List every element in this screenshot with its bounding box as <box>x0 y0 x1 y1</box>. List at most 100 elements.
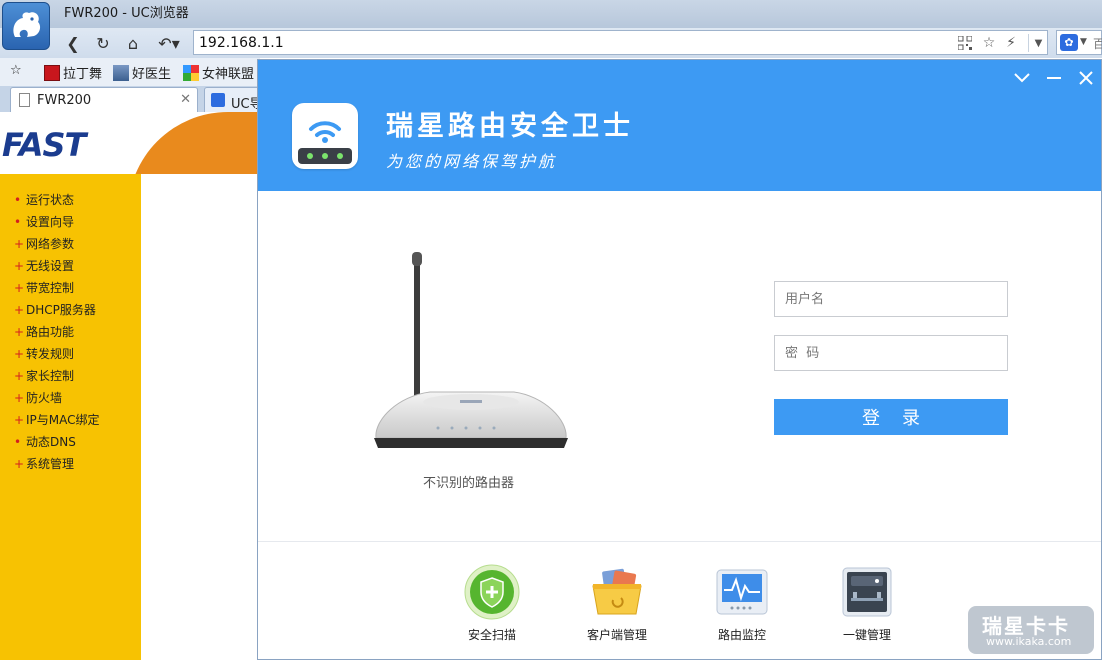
squirrel-icon <box>13 12 41 37</box>
basket-icon <box>589 564 645 620</box>
chevron-down-icon[interactable] <box>1012 68 1032 88</box>
menu-item-bandwidth[interactable]: + 带宽控制 <box>14 279 74 296</box>
undo-menu-icon[interactable]: ↶▾ <box>152 32 186 54</box>
browser-navbar: ❮ ↻ ⌂ ↶▾ 192.168.1.1 ☆ ⚡ ▼ ✿ ▼ 百 <box>0 28 1102 58</box>
bookmark-label: 拉丁舞 <box>63 67 103 82</box>
ikaka-watermark: 瑞星卡卡 www.ikaka.com <box>968 606 1094 654</box>
plus-icon: + <box>14 280 25 295</box>
menu-item-ip-mac[interactable]: + IP与MAC绑定 <box>14 411 100 428</box>
menu-label: 动态DNS <box>26 435 76 449</box>
home-icon[interactable]: ⌂ <box>122 32 144 54</box>
router-caption: 不识别的路由器 <box>423 476 515 491</box>
search-engine-selector[interactable]: ✿ ▼ 百 <box>1056 30 1102 55</box>
menu-label: IP与MAC绑定 <box>26 413 100 427</box>
tool-label: 客户端管理 <box>586 628 647 642</box>
tab-strip: FWR200 ✕ UC导 <box>0 86 264 112</box>
menu-item-parental[interactable]: + 家长控制 <box>14 367 74 384</box>
plus-icon: + <box>14 324 25 339</box>
bookmark-item[interactable]: 女神联盟 <box>183 63 254 82</box>
one-click-management-tool[interactable]: 一键管理 <box>822 564 912 643</box>
plus-icon: + <box>14 258 25 273</box>
bookmark-item[interactable]: 好医生 <box>113 63 171 82</box>
address-text[interactable]: 192.168.1.1 <box>199 35 284 51</box>
username-input[interactable] <box>775 282 1007 316</box>
favorite-star-icon[interactable]: ☆ <box>980 34 998 52</box>
header-decoration <box>128 112 260 174</box>
address-dropdown-icon[interactable]: ▼ <box>1028 34 1048 52</box>
menu-item-setup-wizard[interactable]: • 设置向导 <box>14 213 74 230</box>
menu-label: 转发规则 <box>26 347 75 361</box>
menu-label: 防火墙 <box>26 391 63 405</box>
menu-item-wireless[interactable]: + 无线设置 <box>14 257 74 274</box>
search-engine-label: 百 <box>1093 37 1102 51</box>
lightning-icon[interactable]: ⚡ <box>1002 34 1020 52</box>
menu-item-network[interactable]: + 网络参数 <box>14 235 74 252</box>
menu-item-dhcp[interactable]: + DHCP服务器 <box>14 301 96 318</box>
menu-item-forwarding[interactable]: + 转发规则 <box>14 345 74 362</box>
page-icon <box>19 93 30 107</box>
refresh-icon[interactable]: ↻ <box>92 32 114 54</box>
bullet-icon: • <box>14 214 22 229</box>
plus-icon: + <box>14 236 25 251</box>
menu-item-firewall[interactable]: + 防火墙 <box>14 389 62 406</box>
menu-item-run-status[interactable]: • 运行状态 <box>14 191 74 208</box>
menu-label: 带宽控制 <box>26 281 75 295</box>
bookmarks-bar: ☆ 拉丁舞 好医生 女神联盟 <box>0 58 260 86</box>
plus-icon: + <box>14 302 25 317</box>
menu-label: 设置向导 <box>26 215 75 229</box>
close-tab-icon[interactable]: ✕ <box>180 92 191 107</box>
plus-icon: + <box>14 412 25 427</box>
menu-item-system[interactable]: + 系统管理 <box>14 455 74 472</box>
menu-label: 网络参数 <box>26 237 75 251</box>
bookmark-label: 女神联盟 <box>202 67 255 82</box>
app-title: 瑞星路由安全卫士 <box>386 111 634 142</box>
app-router-wifi-icon <box>292 103 358 169</box>
latin-dance-icon <box>44 64 60 81</box>
password-input[interactable] <box>775 336 1007 370</box>
username-field[interactable] <box>774 281 1008 317</box>
menu-label: DHCP服务器 <box>26 303 96 317</box>
security-scan-tool[interactable]: 安全扫描 <box>447 564 537 643</box>
plus-icon: + <box>14 368 25 383</box>
bookmark-label: 好医生 <box>132 67 172 82</box>
router-monitor-tool[interactable]: 路由监控 <box>697 564 787 643</box>
shield-plus-icon <box>464 564 520 620</box>
uc-browser-logo[interactable] <box>2 2 50 50</box>
tool-label: 一键管理 <box>842 628 891 642</box>
menu-item-ddns[interactable]: • 动态DNS <box>14 433 76 450</box>
menu-label: 系统管理 <box>26 457 75 471</box>
bookmark-star-icon[interactable]: ☆ <box>10 63 22 78</box>
menu-item-routing[interactable]: + 路由功能 <box>14 323 74 340</box>
app-subtitle: 为您的网络保驾护航 <box>386 152 558 171</box>
menu-label: 家长控制 <box>26 369 75 383</box>
address-bar[interactable]: 192.168.1.1 ☆ ⚡ ▼ <box>193 30 1048 55</box>
window-title: FWR200 - UC浏览器 <box>64 6 189 21</box>
fast-logo: FAST <box>2 126 86 164</box>
plus-icon: + <box>14 456 25 471</box>
monitor-icon <box>714 564 770 620</box>
menu-label: 无线设置 <box>26 259 75 273</box>
cursor-icon <box>211 93 225 107</box>
client-management-tool[interactable]: 客户端管理 <box>572 564 662 643</box>
router-guard-window: 瑞星路由安全卫士 为您的网络保驾护航 不识别的路由器 用户名 登录 安全扫描 客… <box>257 59 1102 660</box>
password-field[interactable] <box>774 335 1008 371</box>
browser-titlebar: FWR200 - UC浏览器 <box>0 0 1102 28</box>
tab-fwr200[interactable]: FWR200 ✕ <box>10 87 198 112</box>
bullet-icon: • <box>14 192 22 207</box>
tab-uc-nav[interactable]: UC导 <box>204 87 264 112</box>
back-icon[interactable]: ❮ <box>62 32 84 54</box>
popup-header: 瑞星路由安全卫士 为您的网络保驾护航 <box>258 60 1101 191</box>
menu-label: 路由功能 <box>26 325 75 339</box>
qrcode-icon[interactable] <box>956 34 974 52</box>
minimize-icon[interactable] <box>1044 68 1064 88</box>
bookmark-item[interactable]: 拉丁舞 <box>44 63 102 82</box>
fast-header: FAST <box>0 112 260 174</box>
login-button[interactable]: 登录 <box>774 399 1008 435</box>
fast-sidebar: • 运行状态 • 设置向导 + 网络参数 + 无线设置 + 带宽控制 + DHCP服务器 +… <box>0 174 141 660</box>
tab-label: FWR200 <box>37 93 92 108</box>
divider <box>258 541 1101 542</box>
paw-icon: ✿ <box>1060 34 1078 51</box>
close-icon[interactable] <box>1076 68 1096 88</box>
router-panel-icon <box>839 564 895 620</box>
doctor-icon <box>113 64 129 81</box>
